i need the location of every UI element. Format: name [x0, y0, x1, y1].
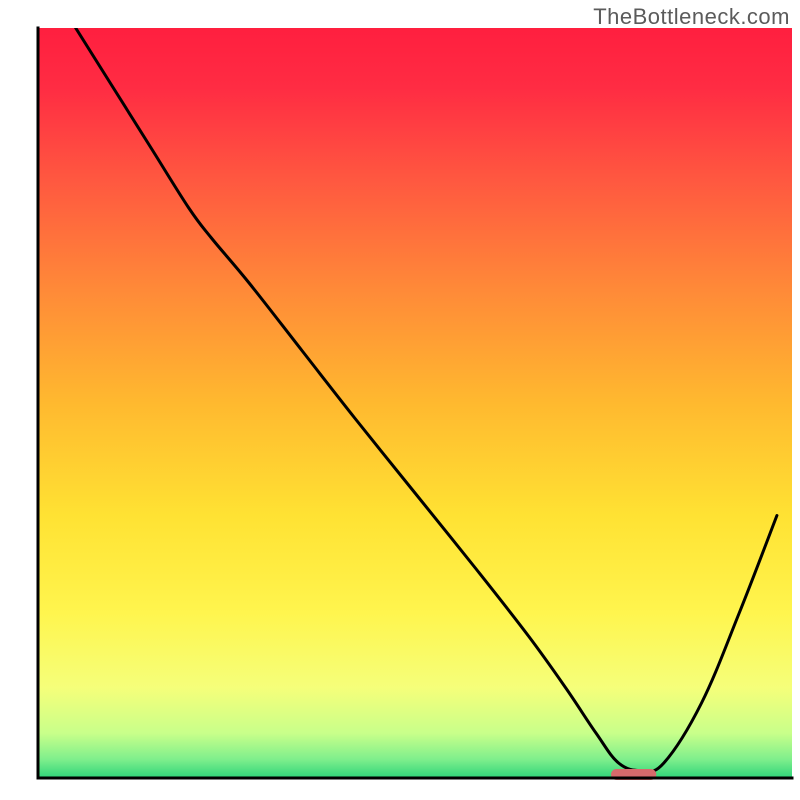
- bottleneck-chart: [0, 0, 800, 800]
- gradient-background: [38, 28, 792, 778]
- watermark-text: TheBottleneck.com: [593, 4, 790, 30]
- chart-stage: TheBottleneck.com: [0, 0, 800, 800]
